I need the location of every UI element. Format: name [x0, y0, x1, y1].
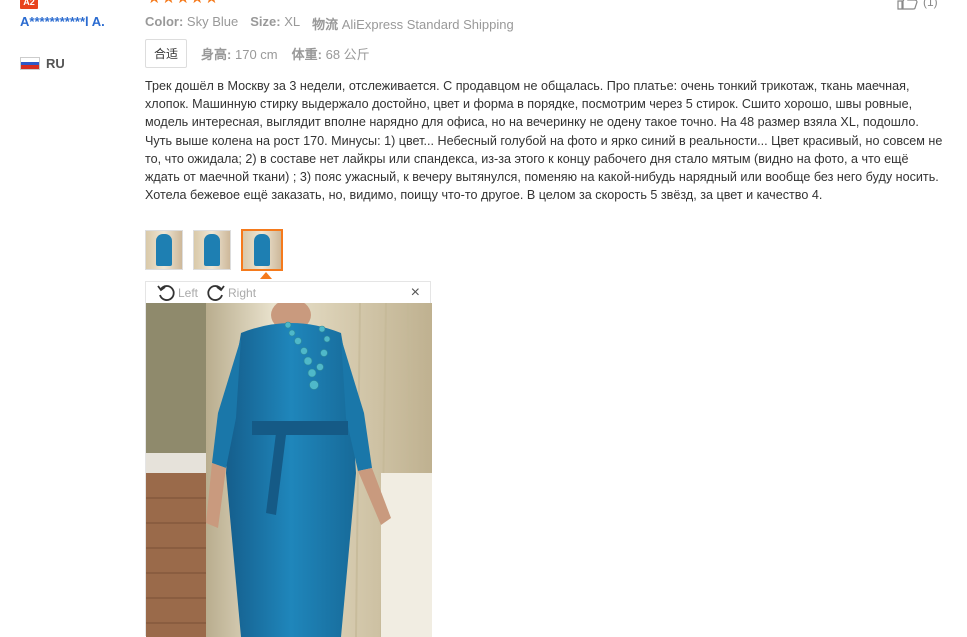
weight-info: 体重: 68 公斤	[291, 47, 370, 62]
rotate-left-icon	[157, 284, 175, 301]
viewer-toolbar: Left Right ×	[146, 282, 430, 303]
photo-thumbnail[interactable]	[145, 230, 183, 270]
helpful-button[interactable]: (1)	[897, 0, 938, 10]
rotate-right-label: Right	[228, 285, 257, 300]
fit-tag: 合适	[145, 39, 188, 68]
country-code: RU	[46, 56, 65, 71]
dress-photo-image	[146, 303, 432, 637]
rotate-right-button[interactable]: Right	[206, 283, 256, 303]
level-badge: A2	[20, 0, 38, 9]
color-attribute: Color: Sky Blue	[145, 14, 239, 29]
shipping-attribute: 物流 AliExpress Standard Shipping	[312, 17, 514, 32]
fit-info: 合适 身高: 170 cm 体重: 68 公斤	[145, 39, 370, 68]
russia-flag-icon	[20, 57, 40, 70]
rotate-left-label: Left	[178, 285, 199, 300]
purchase-attributes: Color: Sky Blue Size: XL 物流 AliExpress S…	[145, 14, 514, 33]
size-attribute: Size: XL	[250, 14, 301, 29]
photo-viewer: Left Right ×	[145, 281, 432, 637]
reviewer-name[interactable]: A***********l A.	[20, 13, 132, 31]
helpful-count: (1)	[923, 0, 938, 9]
close-viewer-button[interactable]: ×	[411, 284, 420, 302]
photo-thumbnails	[145, 229, 283, 271]
reviewer-country: RU	[20, 56, 65, 71]
photo-thumbnail-active[interactable]	[241, 229, 283, 271]
rotate-right-icon	[207, 284, 225, 301]
photo-thumbnail[interactable]	[193, 230, 231, 270]
height-info: 身高: 170 cm	[201, 47, 278, 62]
rotate-left-button[interactable]: Left	[156, 283, 198, 303]
active-thumbnail-caret	[260, 272, 272, 279]
rating-stars: ★★★★★	[147, 0, 219, 7]
review-text: Трек дошёл в Москву за 3 недели, отслежи…	[145, 79, 943, 203]
review-photo	[146, 303, 432, 637]
thumbs-up-icon	[897, 0, 918, 10]
